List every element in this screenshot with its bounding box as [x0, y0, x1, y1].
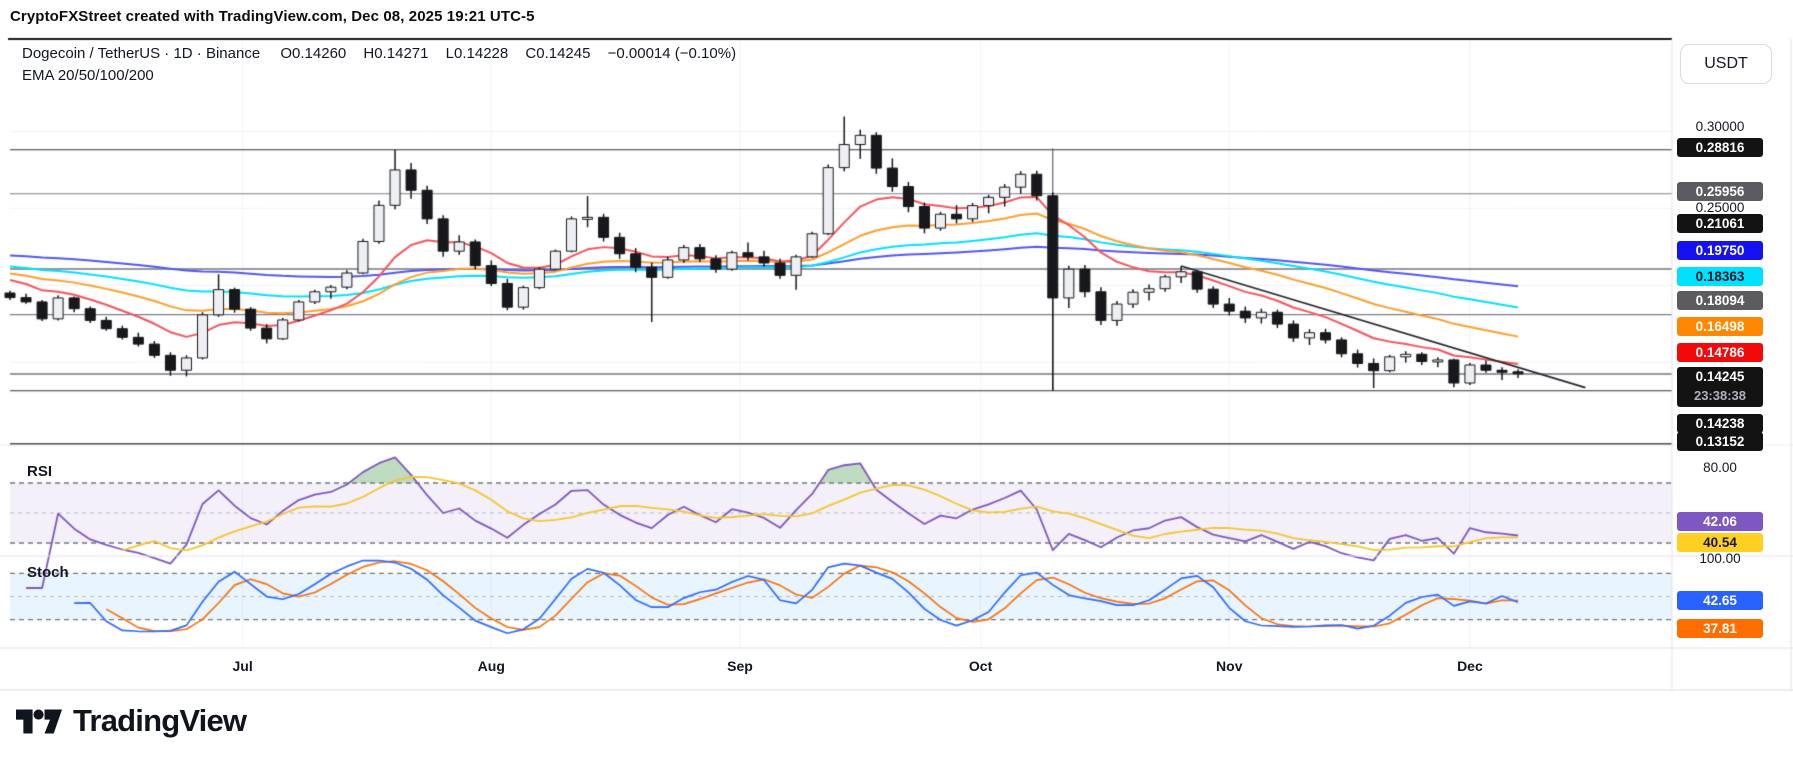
ohlc-high: H0.14271 [363, 45, 428, 62]
symbol-title-row[interactable]: Dogecoin / TetherUS · 1D · Binance O0.14… [22, 45, 749, 62]
ohlc-low: L0.14228 [446, 45, 509, 62]
symbol-title[interactable]: Dogecoin / TetherUS · 1D · Binance [22, 45, 260, 62]
ohlc-close: C0.14245 [525, 45, 590, 62]
tradingview-logo-text: TradingView [73, 703, 246, 739]
tradingview-logo[interactable]: TradingView [16, 703, 246, 739]
ema-indicator-label[interactable]: EMA 20/50/100/200 [22, 67, 749, 84]
currency-toggle-button[interactable]: USDT [1680, 44, 1772, 84]
stoch-pane-label[interactable]: Stoch [27, 564, 69, 581]
tradingview-chart-page: CryptoFXStreet created with TradingView.… [0, 0, 1793, 773]
tradingview-logo-icon [16, 708, 62, 735]
ohlc-open: O0.14260 [280, 45, 346, 62]
chart-canvas[interactable] [0, 0, 1793, 773]
chart-legend: Dogecoin / TetherUS · 1D · Binance O0.14… [22, 45, 749, 84]
rsi-pane-label[interactable]: RSI [27, 463, 52, 480]
attribution-text: CryptoFXStreet created with TradingView.… [10, 8, 535, 25]
price-change: −0.00014 (−0.10%) [608, 45, 736, 62]
